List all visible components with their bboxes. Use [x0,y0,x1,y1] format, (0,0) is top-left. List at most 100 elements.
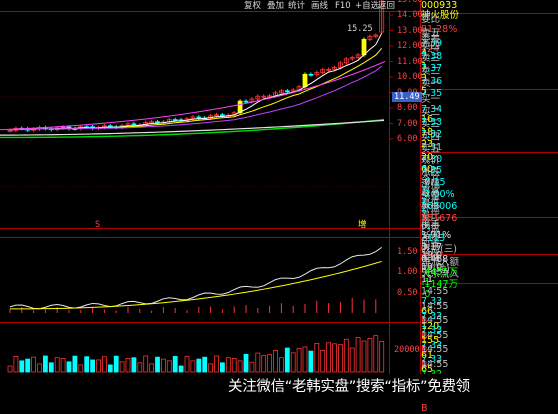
flow-row: 净流入额 -4455万 -1 [421,258,558,288]
flow-row: 大宗流入 -1147万 -0 [421,270,558,300]
indicator-chart[interactable] [9,246,382,313]
fund-row: 收益(三) 0.468 PE(动) 11 [421,245,558,285]
volume-bar [367,338,373,373]
candle-body [308,73,314,76]
candle-body [219,114,225,117]
volume-bar [219,362,225,373]
ask-row: 卖二 7.36 5 [421,65,558,96]
quote-row: 总量 363006 量比 0. [421,192,558,232]
volume-bar [119,361,125,373]
price-tick: 7.00 [397,118,418,129]
candle-body [302,73,308,88]
volume-bar [155,356,160,373]
candle-body [196,116,202,119]
volume-bar [66,361,72,373]
trade-row: 14:55 7.33 155 B [421,316,558,356]
volume-bar [343,338,349,373]
ask-row: 卖四 7.38 1 [421,41,558,71]
volume-bar [96,359,101,373]
volume-bar [54,357,60,373]
volume-bar [149,363,155,373]
volume-bar [267,354,273,373]
ma5-line [9,33,383,131]
volume-bar [37,363,42,373]
candle-body [172,119,178,121]
ask-label: 卖二 [421,65,441,77]
volume-bar [225,357,231,373]
volume-bar [355,337,361,373]
price-tick: 13.00 [397,25,423,36]
volume-bar [202,356,208,373]
bid-row: 买一 7.34 16 [421,95,558,125]
toolbar-button[interactable]: 统计 [288,0,305,12]
price-tick: 15.00 [397,0,423,5]
toolbar-button[interactable]: F10 [335,0,351,12]
volume-bar [172,355,178,373]
volume-bar [278,357,284,373]
watermark-banner: 关注微信“老韩实盘”搜索“指标”免费领 [228,374,558,401]
trade-time: 14:55 [421,358,449,370]
candle-body [284,90,290,93]
toolbar-button[interactable]: 复权 [244,0,261,12]
quote-row: 涨幅 -2.00% 最低 7. [421,180,558,220]
candlestick-chart[interactable] [0,0,386,139]
bid-row: 买二 7.33 18 [421,107,558,137]
quote-row: 现价 7.35 今开 7. [421,156,558,196]
volume-bar [249,361,255,373]
volume-bar [337,344,343,373]
trade-time: 14:55 [421,329,449,341]
fund-row: 换手 1.91% 股本 19.0 [421,221,558,261]
volume-bar [373,335,379,373]
volume-bar [143,355,149,373]
volume-bar [84,356,90,373]
volume-bar [107,364,113,373]
s-marker: S [95,220,101,230]
volume-bar [43,355,48,373]
toolbar-button[interactable]: +自选 [355,0,379,12]
zeng-marker: 增 [358,220,367,230]
volume-bar [137,362,143,373]
ma10-line [9,47,383,131]
volume-bar [314,343,320,373]
volume-bar [290,352,296,373]
volume-bar [214,355,219,373]
volume-bar [243,353,249,373]
volume-bar [320,349,326,373]
ask-row: 卖五 7.39 4 [421,29,558,59]
volume-bar [196,358,202,373]
bid-row: 买五 7.30 60 [421,145,558,175]
volume-bar [131,357,137,373]
volume-bar [237,360,243,373]
price-tick: 11.00 [397,56,423,67]
candle-body [243,100,249,103]
bid-row: 买三 7.32 23 [421,120,558,150]
volume-bar [361,340,367,373]
stock-header: 000933 神火股份 [421,1,558,21]
volume-bar [184,355,190,373]
volume-chart[interactable] [7,335,385,373]
price-tick: 14.00 [397,10,423,20]
volume-bar [255,352,261,373]
volume-bar [78,364,84,373]
volume-bar [332,343,337,373]
indicator-tick: 1.00 [397,267,418,277]
volume-bar [284,347,290,373]
quote-row: 涨跌 -0.15 最高 7. [421,168,558,208]
price-tick: 8.00 [397,103,418,113]
volume-bar [60,357,66,373]
toolbar-button[interactable]: 返回 [378,0,395,12]
toolbar-button[interactable]: 画线 [311,0,328,12]
volume-bar [231,357,237,373]
volume-bar [31,356,37,373]
toolbar-button[interactable]: 叠加 [267,0,284,12]
ask-row: 卖一 7.35 [421,79,558,99]
indicator-line-2 [9,260,382,310]
trade-row: 14:55 7.33 66 B [421,287,558,327]
trade-row: 14:55 7.33 120 B [421,301,558,341]
volume-bar [379,340,385,373]
volume-bar [90,359,95,373]
candle-body [361,38,367,56]
ask-row: 卖三 7.37 3 [421,54,558,84]
volume-bar [302,346,308,373]
volume-axis-tick: 20000 [394,345,420,355]
